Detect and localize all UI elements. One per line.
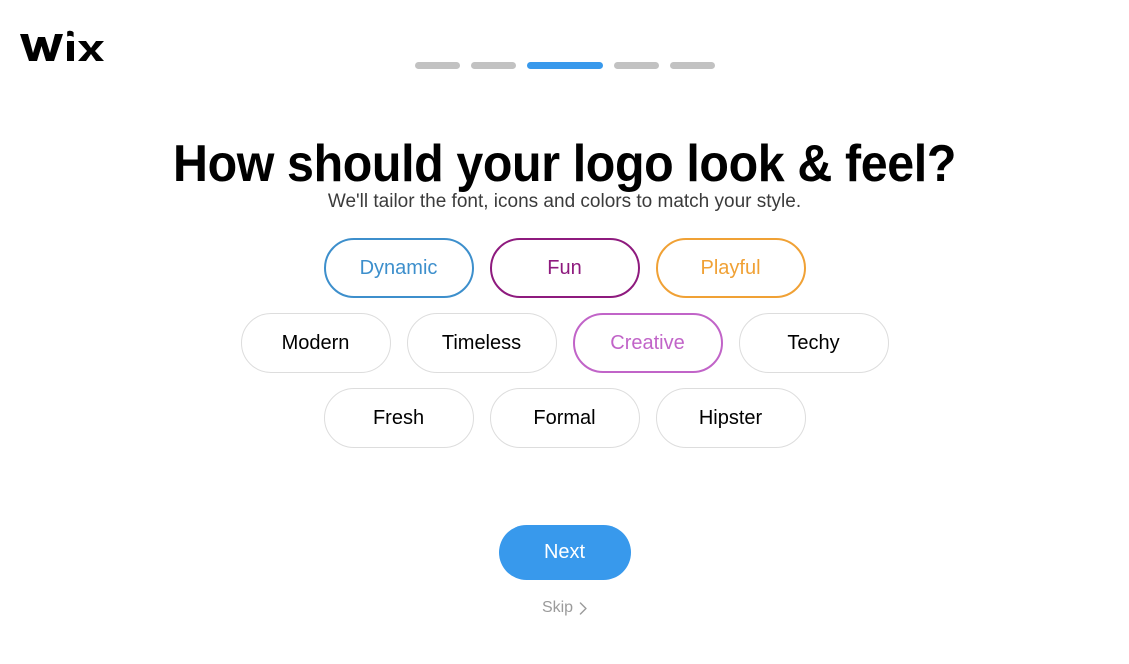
chip-row-1: Dynamic Fun Playful <box>323 238 806 298</box>
progress-step-5 <box>669 62 715 69</box>
chip-label: Timeless <box>441 331 522 354</box>
chip-modern[interactable]: Modern <box>240 313 391 373</box>
chip-label: Formal <box>533 406 596 429</box>
progress-step-4 <box>613 62 659 69</box>
page-title: How should your logo look & feel? <box>173 134 956 193</box>
chip-formal[interactable]: Formal <box>489 388 640 448</box>
chip-label: Fun <box>547 256 582 279</box>
chip-timeless[interactable]: Timeless <box>406 313 557 373</box>
style-chip-group: Dynamic Fun Playful Modern Timeless Crea… <box>0 238 1129 448</box>
chip-label: Hipster <box>698 406 763 429</box>
progress-step-3 <box>526 62 603 69</box>
chip-label: Fresh <box>372 406 425 429</box>
progress-step-1 <box>414 62 460 69</box>
next-button[interactable]: Next <box>498 525 631 580</box>
chip-row-3: Fresh Formal Hipster <box>323 388 806 448</box>
progress-indicator <box>0 62 1129 69</box>
chip-playful[interactable]: Playful <box>655 238 806 298</box>
chip-fresh[interactable]: Fresh <box>323 388 474 448</box>
chip-creative[interactable]: Creative <box>572 313 723 373</box>
chip-row-2: Modern Timeless Creative Techy <box>240 313 889 373</box>
chip-label: Techy <box>787 331 840 354</box>
page-subtitle: We'll tailor the font, icons and colors … <box>327 191 802 212</box>
chip-techy[interactable]: Techy <box>738 313 889 373</box>
chip-label: Modern <box>281 331 350 354</box>
progress-step-2 <box>470 62 516 69</box>
chip-hipster[interactable]: Hipster <box>655 388 806 448</box>
chip-label: Playful <box>700 256 761 279</box>
wix-logo-icon <box>20 30 104 61</box>
skip-link[interactable]: Skip <box>542 599 587 617</box>
chip-fun[interactable]: Fun <box>489 238 640 298</box>
chip-label: Dynamic <box>359 256 438 279</box>
skip-label: Skip <box>541 599 574 616</box>
chevron-right-icon <box>579 601 587 615</box>
chip-dynamic[interactable]: Dynamic <box>323 238 474 298</box>
chip-label: Creative <box>610 331 685 354</box>
